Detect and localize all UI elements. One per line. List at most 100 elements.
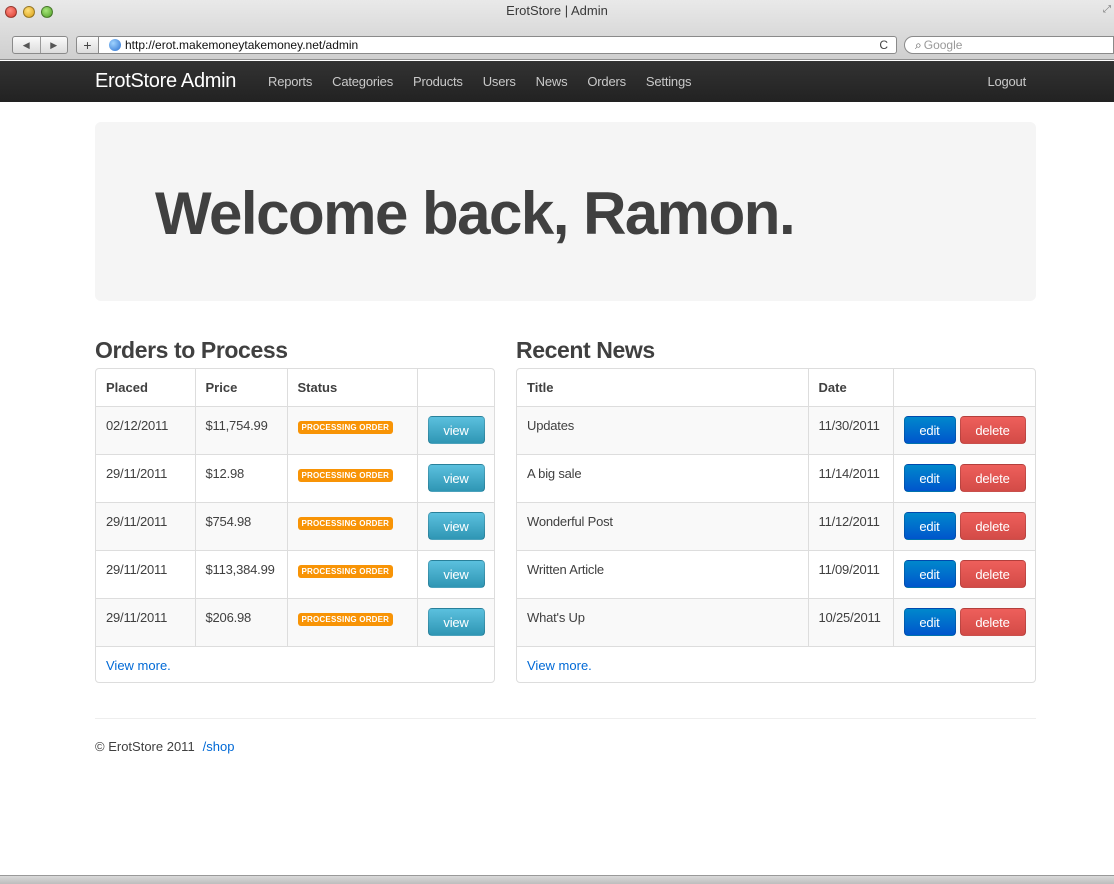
column-header-status: Status [286,369,417,407]
order-price: $12.98 [194,453,287,502]
view-order-button[interactable]: view [427,511,485,540]
logout-link[interactable]: Logout [987,74,1026,89]
footer-divider [95,718,1036,719]
news-actions-cell: edit delete [892,549,1035,598]
view-order-button[interactable]: view [427,559,485,588]
address-bar[interactable]: http://erot.makemoneytakemoney.net/admin… [98,36,897,54]
delete-news-button[interactable]: delete [959,607,1026,636]
back-button[interactable]: ◀ [13,37,41,53]
edit-news-button[interactable]: edit [903,559,956,588]
fullscreen-icon[interactable]: ⤢ [1103,4,1111,15]
table-row: Updates 11/30/2011 edit delete [517,405,1035,454]
order-price: $11,754.99 [194,405,287,454]
nav-link-settings[interactable]: Settings [646,74,692,89]
column-header-price: Price [194,369,287,407]
status-badge: PROCESSING ORDER [297,468,394,482]
order-status-cell: PROCESSING ORDER [286,597,417,646]
column-header-title: Title [517,369,808,407]
nav-link-products[interactable]: Products [413,74,463,89]
reload-icon[interactable]: C [879,37,888,53]
edit-news-button[interactable]: edit [903,463,956,492]
news-section-title: Recent News [516,337,655,363]
search-placeholder: Google [923,38,963,52]
order-status-cell: PROCESSING ORDER [286,453,417,502]
table-row: 29/11/2011 $113,384.99 PROCESSING ORDER … [96,549,494,598]
column-header-date: Date [807,369,893,407]
table-header-row: Placed Price Status [96,369,494,407]
order-placed: 29/11/2011 [96,453,195,502]
news-date: 11/09/2011 [807,549,893,598]
table-row: Written Article 11/09/2011 edit delete [517,549,1035,598]
welcome-heading: Welcome back, Ramon. [155,180,796,247]
shop-link[interactable]: /shop [203,739,235,754]
news-view-more-link[interactable]: View more. [517,646,1035,682]
table-row: 02/12/2011 $11,754.99 PROCESSING ORDER v… [96,405,494,454]
delete-news-button[interactable]: delete [959,415,1026,444]
table-row: A big sale 11/14/2011 edit delete [517,453,1035,502]
view-order-button[interactable]: view [427,463,485,492]
order-placed: 02/12/2011 [96,405,195,454]
news-title: A big sale [517,453,808,502]
news-date: 11/12/2011 [807,501,893,550]
order-price: $206.98 [194,597,287,646]
delete-news-button[interactable]: delete [959,559,1026,588]
delete-news-button[interactable]: delete [959,463,1026,492]
nav-link-orders[interactable]: Orders [587,74,626,89]
orders-section-title: Orders to Process [95,337,288,363]
order-price: $754.98 [194,501,287,550]
order-status-cell: PROCESSING ORDER [286,501,417,550]
news-date: 11/30/2011 [807,405,893,454]
column-header-actions [416,369,494,407]
status-badge: PROCESSING ORDER [297,564,394,578]
nav-links: Reports Categories Products Users News O… [268,74,711,89]
browser-titlebar: ErotStore | Admin ⤢ ◀ ▶ + http://erot.ma… [0,0,1114,60]
nav-link-news[interactable]: News [536,74,568,89]
order-actions-cell: view [416,453,494,502]
column-header-placed: Placed [96,369,195,407]
news-title: Written Article [517,549,808,598]
order-actions-cell: view [416,501,494,550]
add-bookmark-button[interactable]: + [76,36,98,54]
page-footer: © ErotStore 2011/shop [95,739,234,754]
delete-news-button[interactable]: delete [959,511,1026,540]
news-table: Title Date Updates 11/30/2011 edit delete… [517,369,1035,646]
forward-button[interactable]: ▶ [41,37,68,53]
edit-news-button[interactable]: edit [903,607,956,636]
brand-link[interactable]: ErotStore Admin [95,70,236,93]
table-row: What's Up 10/25/2011 edit delete [517,597,1035,646]
orders-view-more-link[interactable]: View more. [96,646,494,682]
search-input[interactable]: ⌕ Google [904,36,1114,54]
view-order-button[interactable]: view [427,607,485,636]
table-row: 29/11/2011 $12.98 PROCESSING ORDER view [96,453,494,502]
browser-statusbar [0,875,1114,884]
order-placed: 29/11/2011 [96,501,195,550]
url-text: http://erot.makemoneytakemoney.net/admin [125,38,359,52]
order-placed: 29/11/2011 [96,597,195,646]
nav-link-categories[interactable]: Categories [332,74,393,89]
order-actions-cell: view [416,405,494,454]
order-status-cell: PROCESSING ORDER [286,549,417,598]
column-header-actions [892,369,1035,407]
order-placed: 29/11/2011 [96,549,195,598]
news-title: What's Up [517,597,808,646]
news-panel: Title Date Updates 11/30/2011 edit delete… [516,368,1036,683]
browser-toolbar: ◀ ▶ + http://erot.makemoneytakemoney.net… [0,35,1114,55]
news-actions-cell: edit delete [892,597,1035,646]
edit-news-button[interactable]: edit [903,511,956,540]
status-badge: PROCESSING ORDER [297,516,394,530]
news-actions-cell: edit delete [892,453,1035,502]
table-row: Wonderful Post 11/12/2011 edit delete [517,501,1035,550]
table-row: 29/11/2011 $206.98 PROCESSING ORDER view [96,597,494,646]
view-order-button[interactable]: view [427,415,485,444]
nav-link-users[interactable]: Users [483,74,516,89]
hero-unit: Welcome back, Ramon. [95,122,1036,301]
nav-link-reports[interactable]: Reports [268,74,312,89]
status-badge: PROCESSING ORDER [297,612,394,626]
news-date: 10/25/2011 [807,597,893,646]
status-badge: PROCESSING ORDER [297,420,394,434]
table-row: 29/11/2011 $754.98 PROCESSING ORDER view [96,501,494,550]
news-date: 11/14/2011 [807,453,893,502]
edit-news-button[interactable]: edit [903,415,956,444]
order-status-cell: PROCESSING ORDER [286,405,417,454]
globe-icon [109,39,121,51]
